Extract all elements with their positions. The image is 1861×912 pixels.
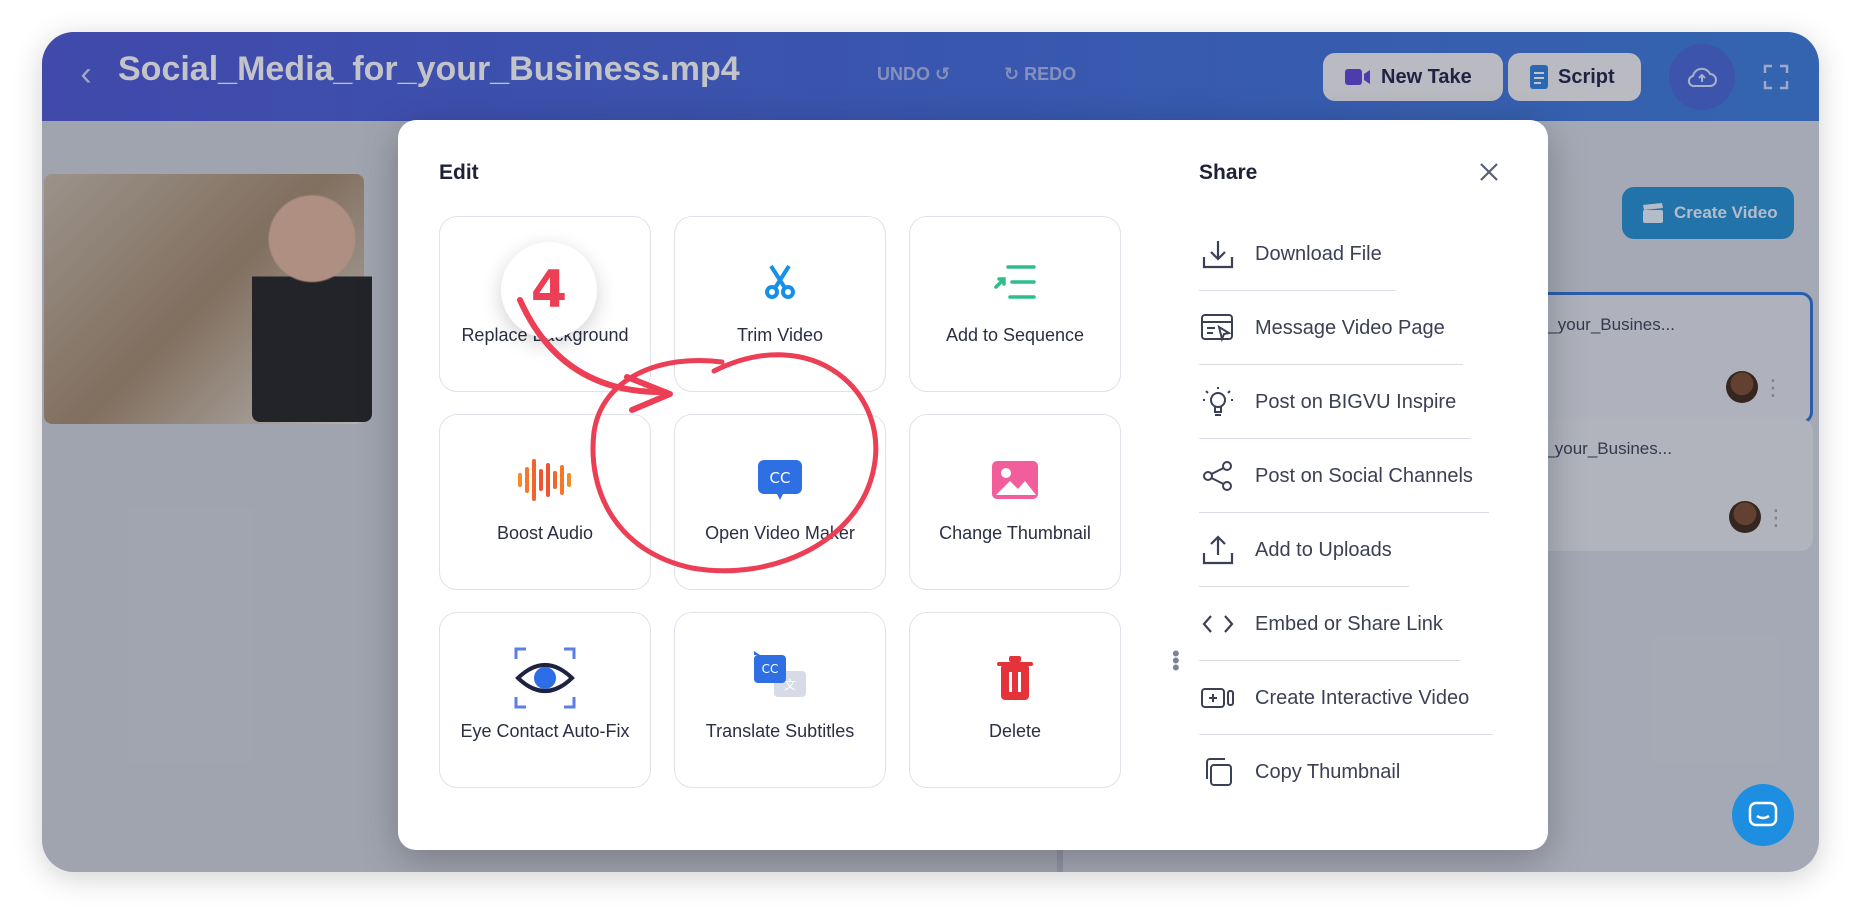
tile-translate-subtitles[interactable]: 文 CC Translate Subtitles [674, 612, 886, 788]
upload-icon [1199, 531, 1237, 569]
tile-label: Delete [988, 721, 1042, 741]
interactive-video-icon [1199, 679, 1237, 717]
more-options-icon[interactable]: • • • [1172, 643, 1180, 679]
share-item-label: Embed or Share Link [1255, 612, 1443, 635]
share-nodes-icon [1199, 457, 1237, 495]
app-window: ‹ Social_Media_for_your_Business.mp4 UND… [42, 32, 1819, 872]
share-item-bigvu-inspire[interactable]: Post on BIGVU Inspire [1199, 365, 1499, 439]
sequence-icon [992, 257, 1038, 307]
edit-share-modal: Edit Share Replace Background Trim Video… [398, 120, 1548, 850]
svg-text:CC: CC [762, 662, 779, 676]
tile-label: Eye Contact Auto-Fix [460, 721, 630, 741]
tile-eye-contact[interactable]: Eye Contact Auto-Fix [439, 612, 651, 788]
closed-captions-icon: CC [757, 455, 803, 505]
tile-open-video-maker[interactable]: CC Open Video Maker [674, 414, 886, 590]
tile-boost-audio[interactable]: Boost Audio [439, 414, 651, 590]
code-icon [1199, 605, 1237, 643]
tile-delete[interactable]: Delete [909, 612, 1121, 788]
share-item-label: Copy Thumbnail [1255, 760, 1401, 783]
share-item-embed-link[interactable]: Embed or Share Link [1199, 587, 1499, 661]
share-item-label: Create Interactive Video [1255, 686, 1470, 709]
audio-wave-icon [517, 455, 573, 505]
share-list: Download File Message Video Page Post on… [1199, 217, 1499, 809]
share-item-message-video-page[interactable]: Message Video Page [1199, 291, 1499, 365]
tile-label: Trim Video [736, 325, 824, 345]
tile-label: Boost Audio [496, 523, 594, 543]
share-item-label: Add to Uploads [1255, 538, 1392, 561]
tile-label: Change Thumbnail [939, 523, 1091, 543]
translate-subtitles-icon: 文 CC [752, 651, 808, 703]
share-item-social-channels[interactable]: Post on Social Channels [1199, 439, 1499, 513]
message-page-icon [1199, 309, 1237, 347]
step-number-badge: 4 [501, 242, 597, 338]
share-item-label: Post on BIGVU Inspire [1255, 390, 1457, 413]
tile-add-to-sequence[interactable]: Add to Sequence [909, 216, 1121, 392]
copy-icon [1199, 753, 1237, 791]
tile-label: Translate Subtitles [705, 721, 855, 741]
tile-trim-video[interactable]: Trim Video [674, 216, 886, 392]
tile-label: Open Video Maker [705, 523, 855, 543]
share-section-title: Share [1199, 161, 1258, 184]
download-icon [1199, 235, 1237, 273]
scissors-icon [763, 257, 797, 307]
share-item-label: Post on Social Channels [1255, 464, 1473, 487]
share-item-interactive-video[interactable]: Create Interactive Video [1199, 661, 1499, 735]
share-item-label: Message Video Page [1255, 316, 1445, 339]
edit-section-title: Edit [439, 161, 479, 184]
trash-icon [997, 653, 1033, 703]
share-item-add-to-uploads[interactable]: Add to Uploads [1199, 513, 1499, 587]
tile-label: Add to Sequence [945, 325, 1085, 345]
share-item-label: Download File [1255, 242, 1382, 265]
share-item-download[interactable]: Download File [1199, 217, 1499, 291]
chat-support-icon[interactable] [1732, 784, 1794, 846]
image-icon [992, 455, 1038, 505]
lightbulb-icon [1199, 383, 1237, 421]
tile-change-thumbnail[interactable]: Change Thumbnail [909, 414, 1121, 590]
svg-text:CC: CC [770, 469, 791, 487]
share-item-copy-thumbnail[interactable]: Copy Thumbnail [1199, 735, 1499, 809]
close-icon[interactable] [1475, 158, 1503, 186]
eye-icon [514, 647, 576, 709]
